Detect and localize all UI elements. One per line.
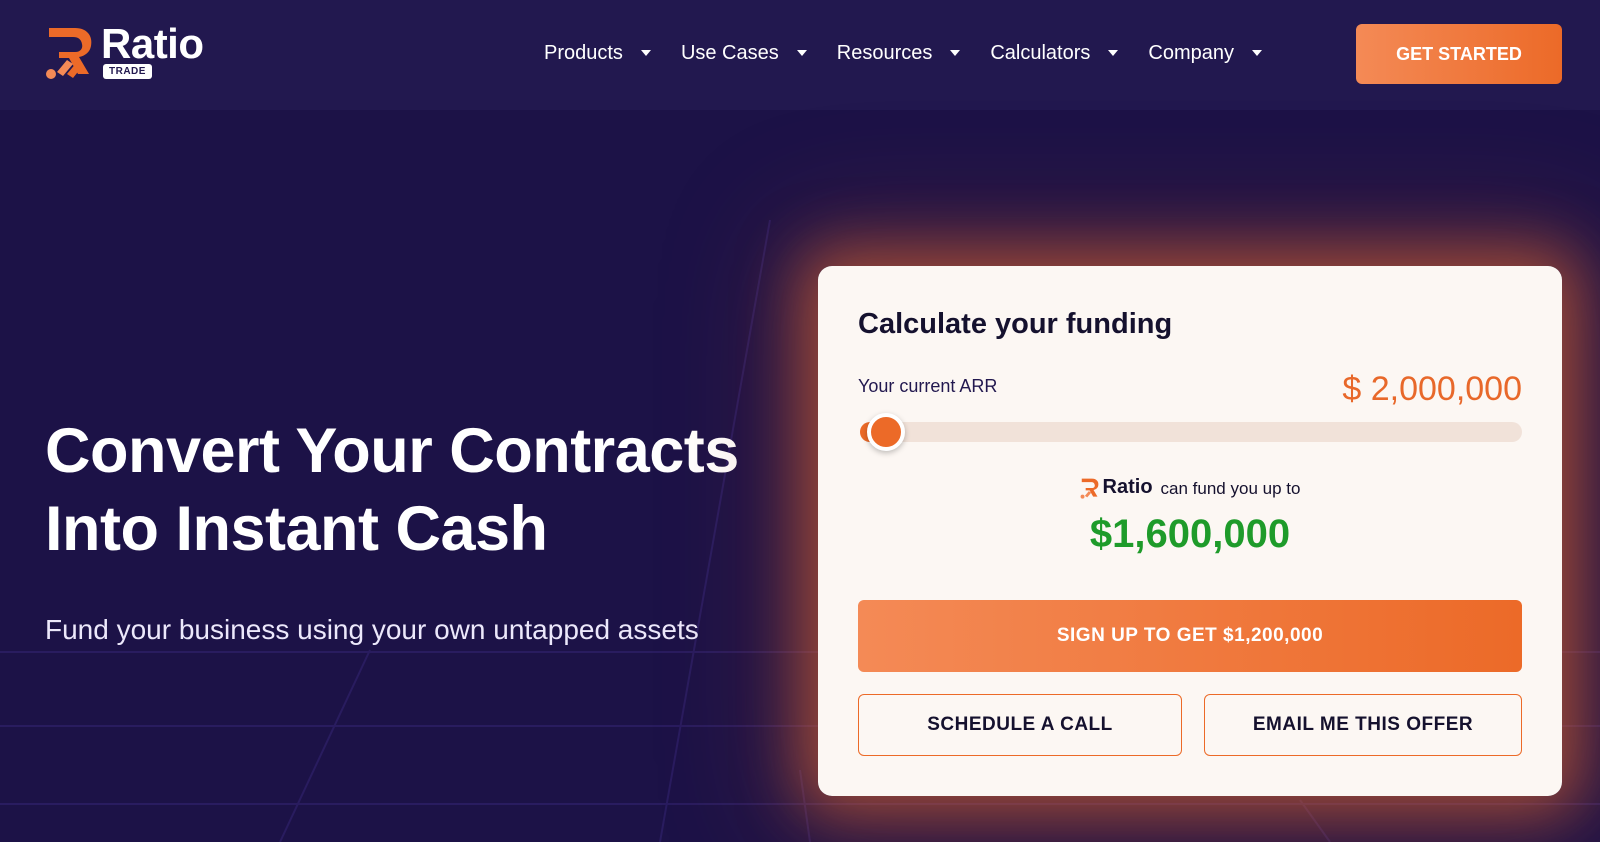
ratio-logo-icon (1080, 478, 1098, 499)
fund-text: can fund you up to (1160, 479, 1301, 498)
fund-logo: Ratio (1080, 476, 1153, 499)
main-nav: Products Use Cases Resources Calculators… (544, 38, 1292, 68)
nav-item-label: Resources (836, 41, 933, 64)
arr-label: Your current ARR (858, 376, 998, 396)
signup-button[interactable]: SIGN UP TO GET $1,200,000 (858, 600, 1522, 672)
logo-wordmark: Ratio (101, 20, 204, 67)
ratio-logo-icon (46, 28, 92, 79)
funding-calculator-card: Calculate your funding Your current ARR … (818, 266, 1562, 796)
chevron-down-icon (1108, 50, 1119, 56)
chevron-down-icon (950, 50, 961, 56)
fund-amount: $1,600,000 (1089, 512, 1291, 556)
nav-item-label: Use Cases (680, 41, 779, 64)
nav-item-company[interactable]: Company (1148, 38, 1263, 68)
site-header: Ratio TRADE Products Use Cases Resources… (0, 0, 1600, 110)
email-offer-button[interactable]: EMAIL ME THIS OFFER (1204, 694, 1522, 756)
ratio-logo[interactable]: Ratio TRADE (45, 20, 225, 84)
nav-item-products[interactable]: Products (544, 38, 651, 68)
hero-title-line-1: Convert Your Contracts (45, 416, 739, 486)
nav-item-resources[interactable]: Resources (837, 38, 961, 68)
schedule-call-button[interactable]: SCHEDULE A CALL (858, 694, 1182, 756)
hero-title-line-2: Into Instant Cash (45, 494, 548, 564)
get-started-button[interactable]: GET STARTED (1356, 24, 1562, 84)
calculator-title: Calculate your funding (858, 308, 1173, 340)
arr-value: $ 2,000,000 (1342, 370, 1522, 408)
chevron-down-icon (640, 50, 651, 56)
nav-item-label: Calculators (990, 41, 1091, 64)
chevron-down-icon (1252, 50, 1263, 56)
nav-item-label: Products (544, 41, 623, 64)
fund-brand: Ratio (1102, 476, 1153, 498)
chevron-down-icon (796, 50, 807, 56)
nav-item-label: Company (1148, 41, 1235, 64)
logo-badge: TRADE (103, 64, 152, 79)
nav-item-use-cases[interactable]: Use Cases (681, 38, 807, 68)
nav-item-calculators[interactable]: Calculators (990, 38, 1119, 68)
hero-subtitle: Fund your business using your own untapp… (45, 614, 699, 645)
hero-title: Convert Your Contracts Into Instant Cash (45, 412, 785, 568)
slider-thumb[interactable] (867, 413, 906, 451)
fund-line: Ratio can fund you up to (818, 476, 1562, 499)
arr-slider[interactable] (860, 413, 1522, 451)
